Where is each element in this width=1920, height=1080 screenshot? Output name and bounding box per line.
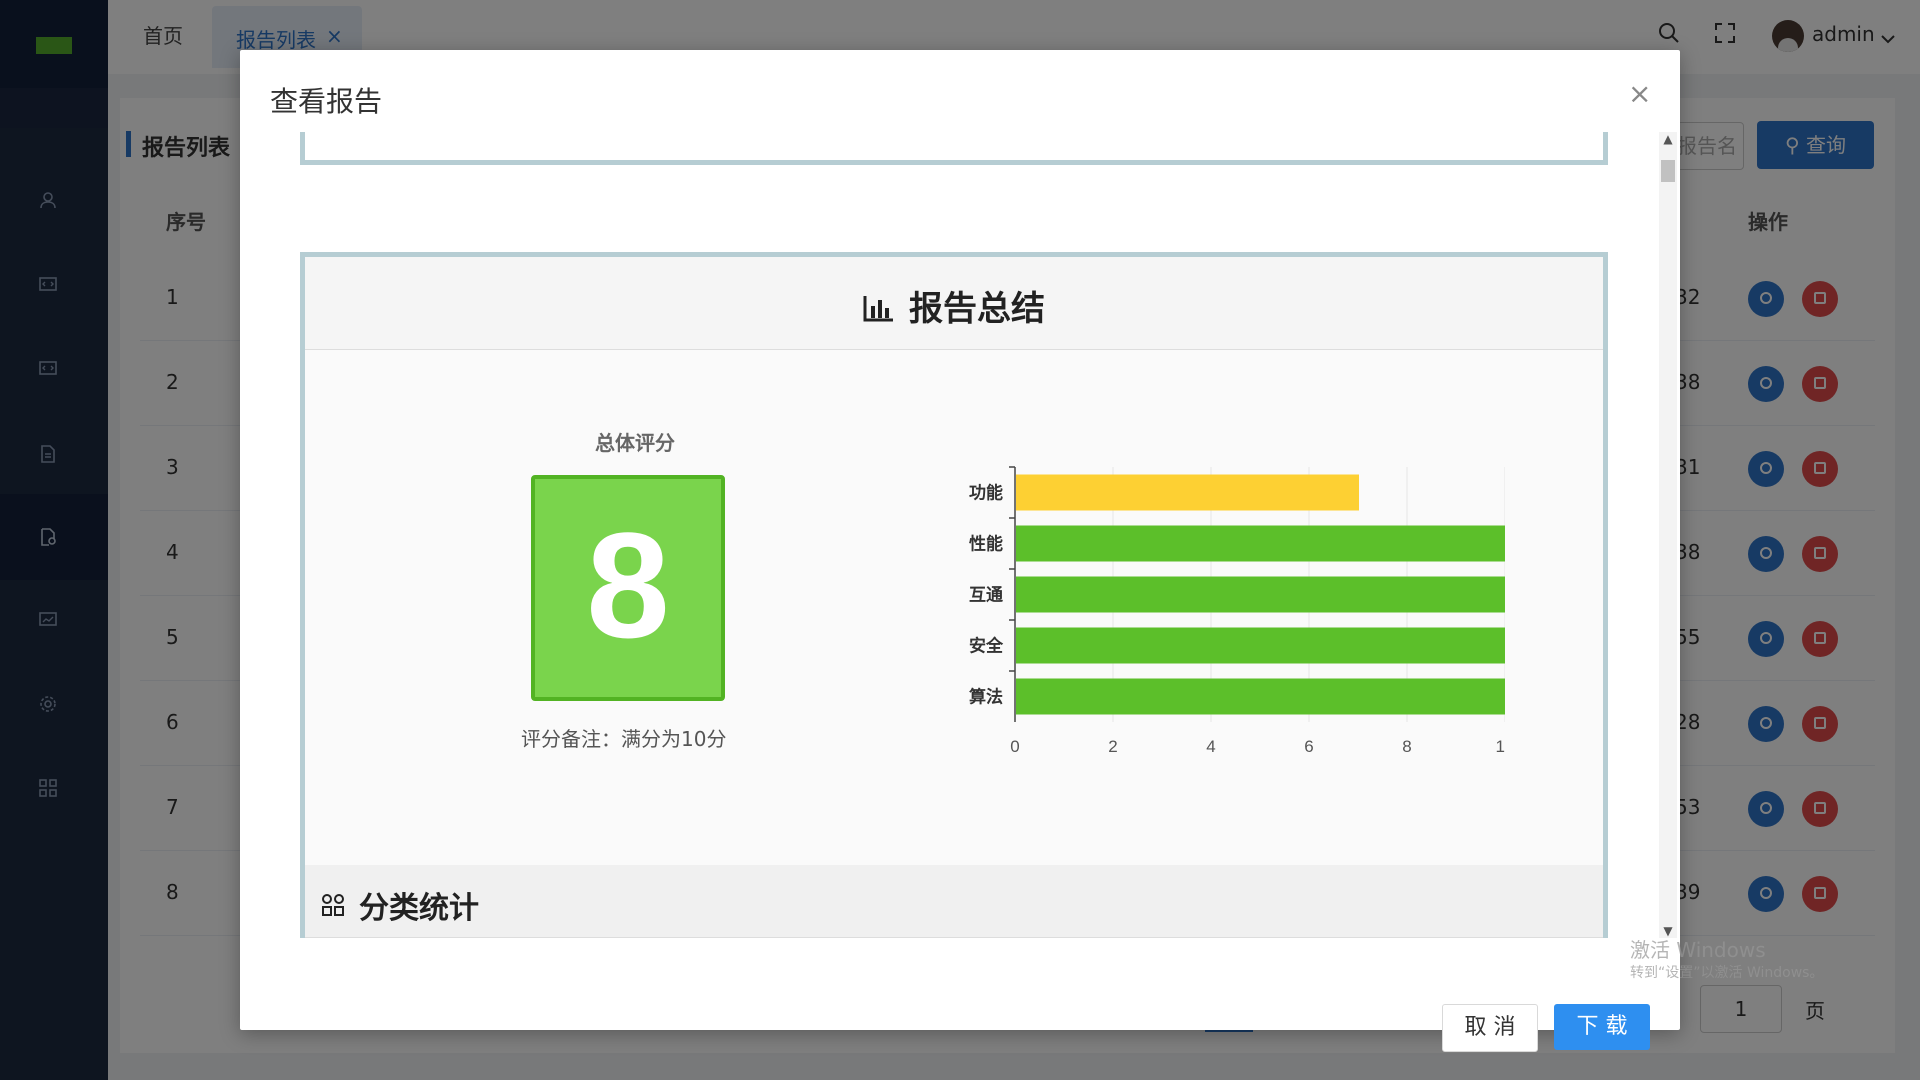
scroll-up-icon[interactable]: ▲ bbox=[1659, 132, 1677, 146]
x-tick-label: 6 bbox=[1304, 737, 1313, 756]
score-label: 总体评分 bbox=[595, 431, 675, 455]
score-value: 8 bbox=[586, 501, 670, 669]
windows-activation-watermark: 激活 Windows bbox=[1630, 938, 1766, 962]
previous-section-frame bbox=[300, 132, 1608, 165]
dialog-scrollbar[interactable]: ▲ ▼ bbox=[1659, 132, 1677, 938]
bar-chart-icon bbox=[863, 291, 895, 331]
bar-互通 bbox=[1016, 576, 1505, 613]
summary-header: 报告总结 bbox=[305, 257, 1603, 350]
category-label: 性能 bbox=[969, 534, 1003, 555]
bar-安全 bbox=[1016, 627, 1505, 664]
score-note: 评分备注：满分为10分 bbox=[521, 727, 727, 751]
x-tick-label: 10 bbox=[1496, 737, 1505, 756]
bar-功能 bbox=[1016, 474, 1359, 511]
bar-性能 bbox=[1016, 525, 1505, 562]
view-report-dialog: 查看报告 × 报告总结 总体评分 8 评分备注：满分为10分 0 2 4 6 8 10 功能… bbox=[240, 50, 1680, 1052]
windows-activation-hint: 转到“设置”以激活 Windows。 bbox=[1630, 965, 1824, 981]
category-stats-header: 分类统计 bbox=[305, 865, 1603, 938]
category-label: 功能 bbox=[969, 483, 1003, 504]
category-label: 互通 bbox=[969, 586, 1003, 606]
score-bar-chart: 0 2 4 6 8 10 功能性能互通安全算法 bbox=[968, 466, 1505, 756]
close-icon[interactable]: × bbox=[1628, 80, 1651, 108]
bar-算法 bbox=[1016, 678, 1505, 715]
summary-title: 报告总结 bbox=[909, 289, 1045, 329]
score-badge: 8 bbox=[531, 475, 725, 701]
apps-icon bbox=[321, 893, 345, 921]
category-stats-title: 分类统计 bbox=[359, 891, 479, 926]
category-label: 安全 bbox=[969, 636, 1004, 657]
scrollbar-thumb[interactable] bbox=[1661, 160, 1675, 182]
dialog-footer: 取 消 下 载 bbox=[240, 938, 1680, 1052]
x-tick-label: 8 bbox=[1402, 737, 1411, 756]
x-tick-label: 0 bbox=[1010, 737, 1019, 756]
x-tick-label: 4 bbox=[1206, 737, 1215, 756]
dialog-body[interactable]: 报告总结 总体评分 8 评分备注：满分为10分 0 2 4 6 8 10 功能性能互通安全算… bbox=[240, 132, 1680, 938]
dialog-title: 查看报告 bbox=[270, 85, 383, 118]
cancel-button[interactable]: 取 消 bbox=[1442, 1004, 1538, 1052]
x-tick-label: 2 bbox=[1108, 737, 1117, 756]
category-label: 算法 bbox=[968, 687, 1003, 708]
download-button[interactable]: 下 载 bbox=[1554, 1004, 1650, 1050]
report-summary-section: 报告总结 总体评分 8 评分备注：满分为10分 0 2 4 6 8 10 功能性能互通安全算… bbox=[300, 252, 1608, 938]
